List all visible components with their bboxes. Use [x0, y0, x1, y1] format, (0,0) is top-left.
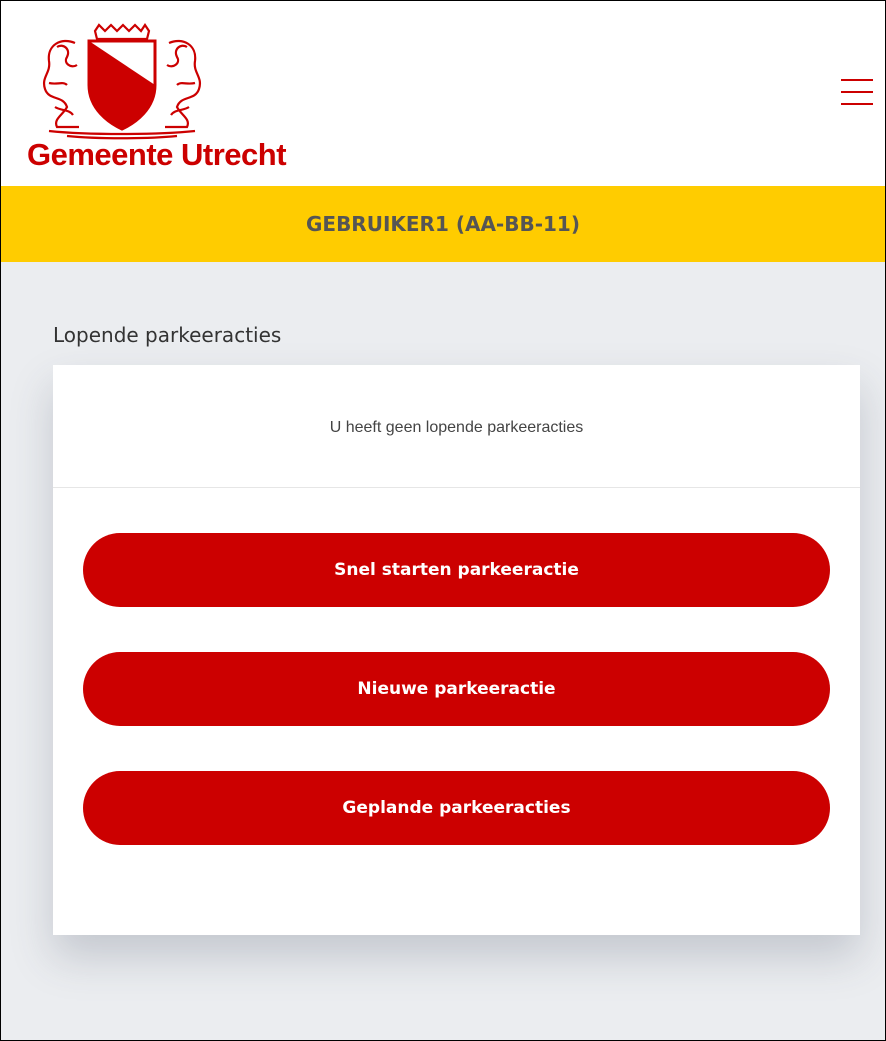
hamburger-menu-icon[interactable]: [837, 75, 877, 109]
divider: [53, 487, 860, 488]
menu-line: [841, 103, 873, 105]
planned-parking-button[interactable]: Geplande parkeeracties: [83, 771, 830, 845]
quick-start-parking-button[interactable]: Snel starten parkeeractie: [83, 533, 830, 607]
empty-state-message: U heeft geen lopende parkeeracties: [329, 419, 584, 436]
user-banner: GEBRUIKER1 (AA-BB-11): [1, 186, 885, 262]
logo-text: Gemeente Utrecht: [27, 137, 287, 172]
app-frame: Gemeente Utrecht GEBRUIKER1 (AA-BB-11) L…: [0, 0, 886, 1041]
coat-of-arms-icon: [43, 23, 201, 140]
gemeente-utrecht-logo[interactable]: Gemeente Utrecht: [27, 23, 287, 183]
section-title: Lopende parkeeracties: [53, 323, 282, 347]
header: Gemeente Utrecht: [1, 1, 885, 186]
menu-line: [841, 79, 873, 81]
parking-card: U heeft geen lopende parkeeracties Snel …: [53, 365, 860, 935]
menu-line: [841, 91, 873, 93]
new-parking-button[interactable]: Nieuwe parkeeractie: [83, 652, 830, 726]
